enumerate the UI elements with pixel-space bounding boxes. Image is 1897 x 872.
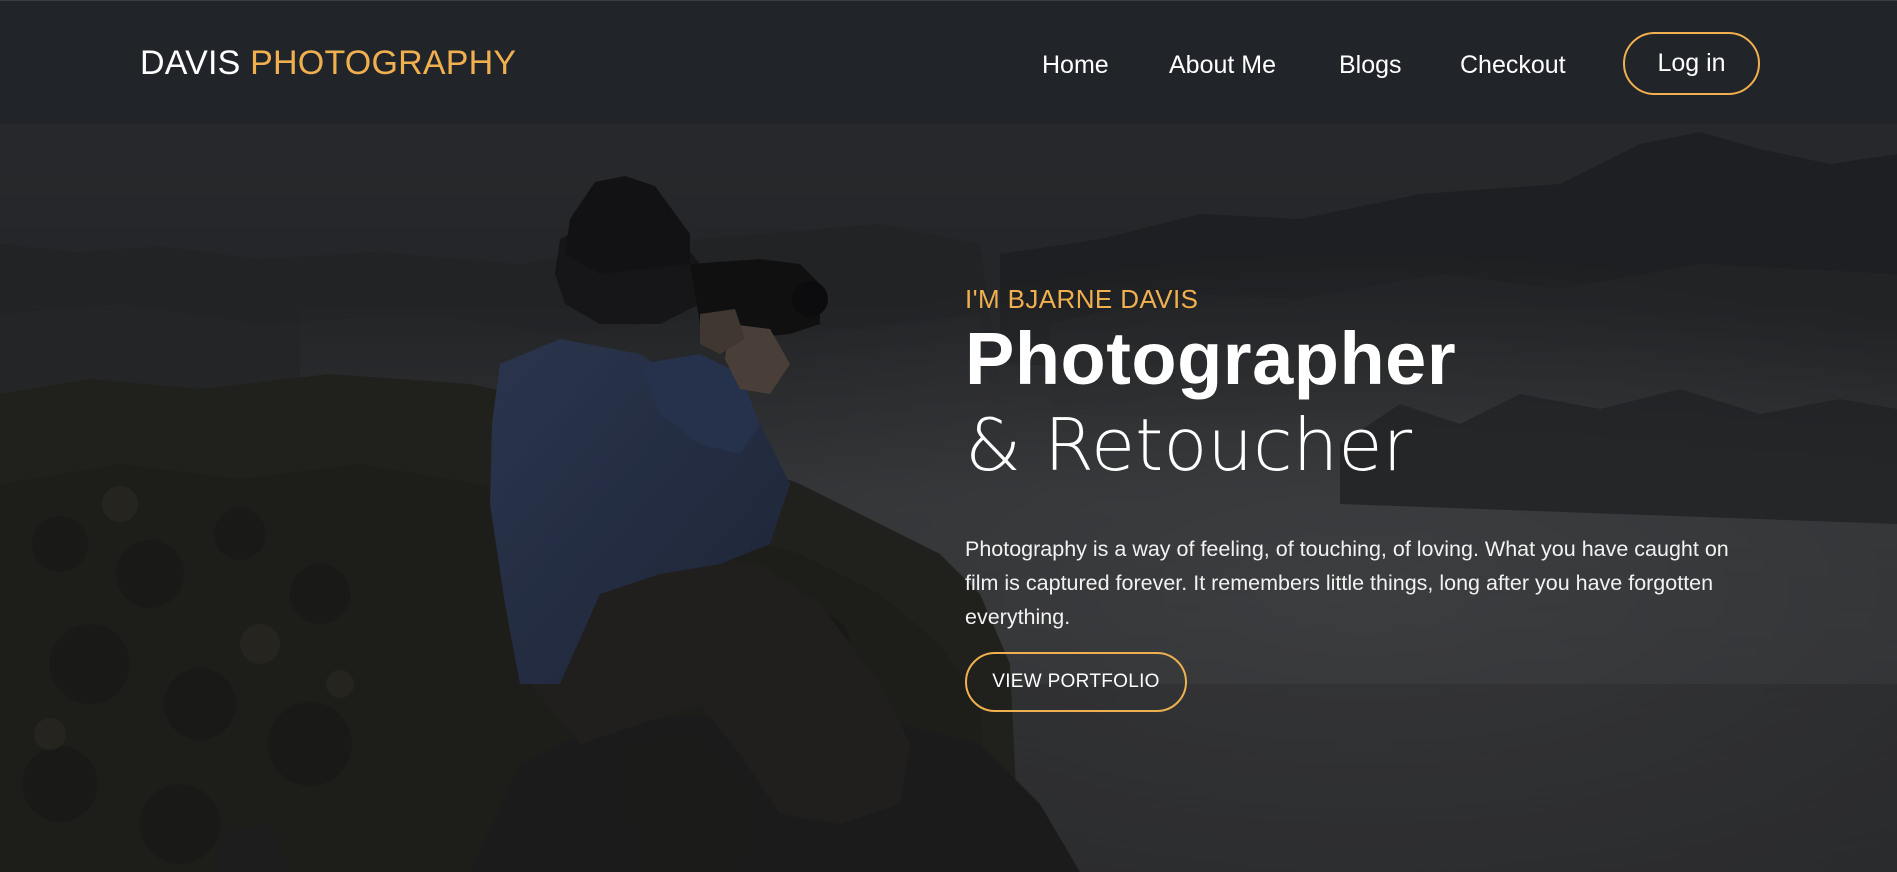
hero-section: I'M BJARNE DAVIS Photographer & Retouche… xyxy=(0,124,1897,872)
hero-background-photo xyxy=(0,124,1897,872)
nav-link-home[interactable]: Home xyxy=(1042,45,1109,85)
nav-link-checkout[interactable]: Checkout xyxy=(1460,45,1566,85)
nav-link-blogs[interactable]: Blogs xyxy=(1339,45,1402,85)
top-navbar: DAVIS PHOTOGRAPHY Home About Me Blogs Ch… xyxy=(0,0,1897,124)
page: DAVIS PHOTOGRAPHY Home About Me Blogs Ch… xyxy=(0,0,1897,872)
view-portfolio-button[interactable]: VIEW PORTFOLIO xyxy=(965,652,1187,712)
brand-first-word: DAVIS xyxy=(140,44,241,82)
login-button[interactable]: Log in xyxy=(1623,32,1760,95)
hero-description: Photography is a way of feeling, of touc… xyxy=(965,537,1729,629)
nav-link-about-me[interactable]: About Me xyxy=(1169,45,1276,85)
brand-logo[interactable]: DAVIS PHOTOGRAPHY xyxy=(140,43,516,83)
hero-subtitle: & Retoucher xyxy=(965,403,1413,487)
hero-eyebrow: I'M BJARNE DAVIS xyxy=(965,284,1199,314)
brand-second-word: PHOTOGRAPHY xyxy=(250,44,517,82)
hero-title: Photographer xyxy=(965,317,1457,400)
